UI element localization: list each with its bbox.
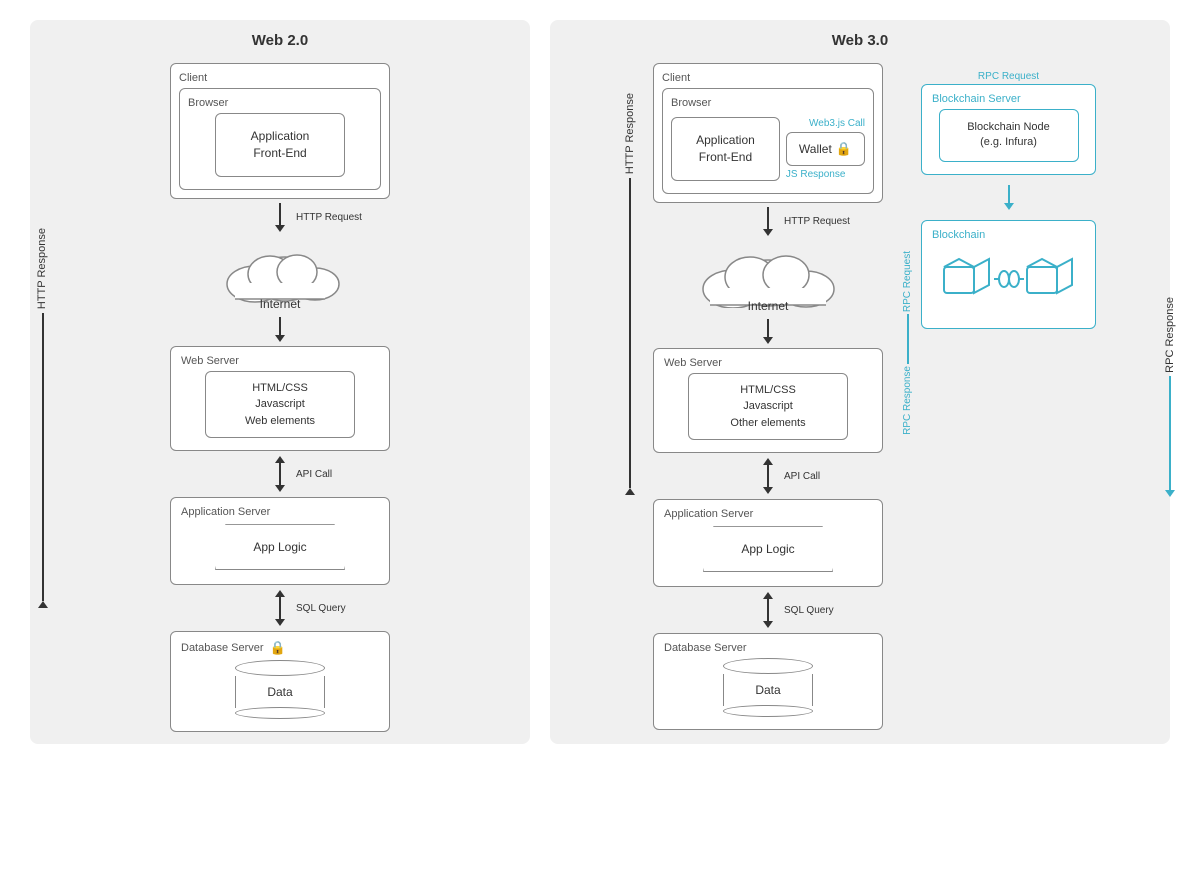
web2-data-label: Data [267,685,292,699]
web3-internet-cloud: Internet [688,243,848,313]
web3-blockchain-node-box: Blockchain Node(e.g. Infura) [939,109,1079,162]
web3-webserver-text: HTML/CSSJavascriptOther elements [699,382,837,432]
web3-dbserver-box: Database Server Data [653,633,883,730]
web3-browser-box: Browser ApplicationFront-End Web3.js Cal… [662,88,874,194]
web2-browser-box: Browser ApplicationFront-End [179,88,381,190]
web3-dbserver-label: Database Server [664,642,872,654]
web3-right-column: RPC Request RPC Response RPC Request Blo… [902,63,1096,730]
web3-data-label: Data [755,683,780,697]
web2-webserver-label: Web Server [181,355,379,367]
web3-web3js-call-label: Web3.js Call [786,118,865,129]
web3-http-request-label: HTTP Request [784,216,850,227]
web3-frontend-box: ApplicationFront-End [671,117,780,181]
web2-webserver-box: Web Server HTML/CSSJavascriptWeb element… [170,346,390,452]
web2-frontend-box: ApplicationFront-End [215,113,345,177]
web3-blockchain-node-label: Blockchain Node(e.g. Infura) [948,120,1070,151]
web2-webserver-text: HTML/CSSJavascriptWeb elements [216,380,344,430]
web3-blockchain-icons [932,245,1085,320]
web3-webserver-content: HTML/CSSJavascriptOther elements [688,373,848,441]
web2-browser-label: Browser [188,97,372,109]
web2-data-cylinder: Data [235,660,325,719]
web2-http-request-label: HTTP Request [296,212,362,223]
web3-wallet-lock: 🔒 [836,141,852,157]
web2-api-call-label: API Call [296,469,332,480]
web3-http-request-arrow: HTTP Request [648,204,888,240]
web3-applogic-shape: App Logic [703,526,833,572]
web2-dbserver-box: Database Server 🔒 Data [170,631,390,732]
web3-to-webserver-arrow [763,319,773,344]
web3-webserver-label: Web Server [664,357,872,369]
web2-title: Web 2.0 [46,32,514,49]
web3-api-call-arrow: API Call [648,454,888,498]
web2-frontend-label: ApplicationFront-End [226,128,334,162]
web3-webserver-box: Web Server HTML/CSSJavascriptOther eleme… [653,348,883,454]
web2-client-label: Client [179,72,381,84]
web2-dbserver-label: Database Server [181,642,264,654]
web3-title: Web 3.0 [566,32,1154,49]
web3-appserver-label: Application Server [664,508,872,520]
web3-blockchain-box: Blockchain [921,220,1096,329]
main-container: Web 2.0 HTTP Response Client [20,20,1180,744]
web2-appserver-label: Application Server [181,506,379,518]
web3-rpc-request-top: RPC Request [921,71,1096,82]
web3-rpc-response-side: RPC Response [902,366,913,435]
web3-blockchain-server-box: Blockchain Server Blockchain Node(e.g. I… [921,84,1096,175]
web3-http-response-label: HTTP Response [624,93,636,174]
web3-wallet-box: Wallet 🔒 [786,132,865,166]
web3-blockchain-server-label: Blockchain Server [932,93,1085,105]
web2-to-webserver-arrow [275,317,285,342]
web3-rpc-request-side: RPC Request [902,251,913,312]
web2-lock-icon: 🔒 [270,640,286,656]
web2-sql-arrow: SQL Query [150,586,410,630]
web2-client-box: Client Browser ApplicationFront-End [170,63,390,199]
web3-client-box: Client Browser ApplicationFront-End [653,63,883,203]
web3-applogic-label: App Logic [741,542,794,556]
web3-browser-label: Browser [671,97,865,109]
web2-appserver-box: Application Server App Logic [170,497,390,585]
web3-data-cylinder: Data [723,658,813,717]
web3-blockchain-label: Blockchain [932,229,1085,241]
web3-frontend-label: ApplicationFront-End [680,132,771,166]
web3-sql-label: SQL Query [784,605,834,616]
web3-sql-arrow: SQL Query [648,588,888,632]
web3-rpc-response-far: RPC Response [1164,297,1176,373]
http-response-label: HTTP Response [36,228,48,309]
web2-api-call-arrow: API Call [150,452,410,496]
web2-webserver-content: HTML/CSSJavascriptWeb elements [205,371,355,439]
web2-sql-label: SQL Query [296,603,346,614]
web3-appserver-box: Application Server App Logic [653,499,883,587]
web2-internet-cloud: Internet [215,239,345,311]
web3-wallet-label: Wallet [799,142,832,156]
web3-left-column: Client Browser ApplicationFront-End [648,63,888,730]
web3-client-label: Client [662,72,874,84]
web2-section: Web 2.0 HTTP Response Client [30,20,530,744]
web3-section: Web 3.0 HTTP Response Client Browser [550,20,1170,744]
web3-api-call-label: API Call [784,471,820,482]
web2-applogic-label: App Logic [253,540,306,554]
web2-applogic-shape: App Logic [215,524,345,570]
web3-js-response-label: JS Response [786,169,865,180]
web3-to-blockchain-arrow [921,185,1096,210]
web2-http-request-arrow: HTTP Request [150,200,410,236]
